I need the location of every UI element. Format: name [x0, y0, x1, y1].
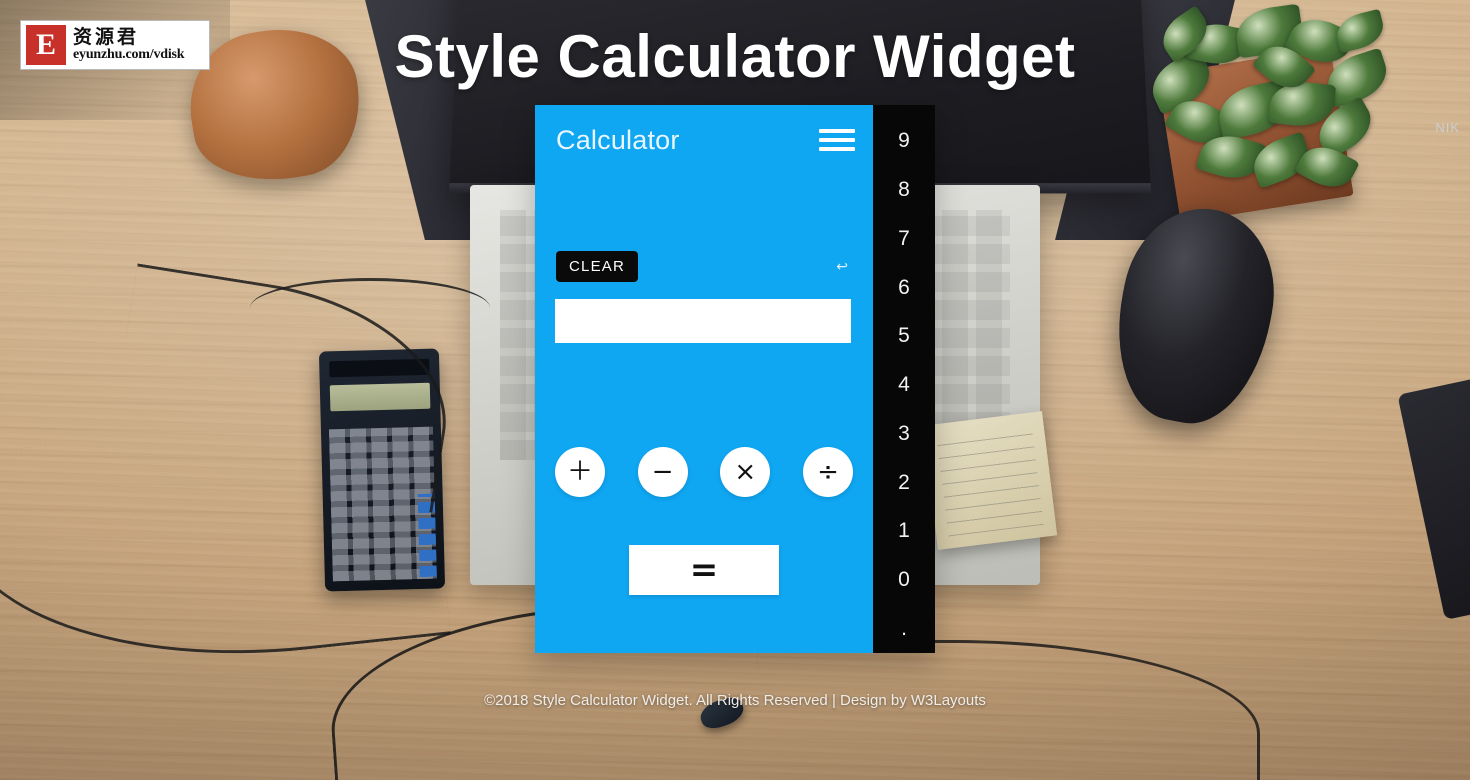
equals-button[interactable]: = [629, 545, 779, 595]
digit-button-7[interactable]: 7 [873, 214, 935, 263]
backspace-icon[interactable]: ↩ [832, 257, 852, 275]
watermark-e-icon: E [26, 25, 66, 65]
hamburger-bar-1 [819, 129, 855, 133]
digit-button-decimal[interactable]: . [873, 604, 935, 653]
digit-button-4[interactable]: 4 [873, 361, 935, 410]
digit-button-2[interactable]: 2 [873, 458, 935, 507]
clear-button[interactable]: CLEAR [556, 250, 639, 282]
background-cable-e [700, 640, 1260, 780]
calculator-main-panel: Calculator CLEAR ↩ ＋ − × ÷ = [535, 105, 873, 653]
hamburger-bar-2 [819, 138, 855, 142]
page-root: NIK E 资源君 eyunzhu.com/vdisk Style Calcul… [0, 0, 1470, 780]
background-mouse-brand-label: NIK [1435, 120, 1460, 135]
calculator-widget: Calculator CLEAR ↩ ＋ − × ÷ = 9876543210. [535, 105, 935, 653]
calculator-title: Calculator [556, 124, 680, 155]
page-footer: ©2018 Style Calculator Widget. All Right… [484, 692, 986, 709]
watermark-text: 资源君 eyunzhu.com/vdisk [73, 25, 185, 63]
digit-button-0[interactable]: 0 [873, 556, 935, 605]
operator-button-multiply[interactable]: × [720, 447, 771, 497]
digit-button-9[interactable]: 9 [873, 117, 935, 166]
operator-button-divide[interactable]: ÷ [802, 447, 853, 497]
calculator-clear-row: CLEAR ↩ [556, 250, 852, 282]
watermark-url: eyunzhu.com/vdisk [73, 46, 185, 62]
watermark-cn-name: 资源君 [73, 25, 140, 48]
calculator-operator-row: ＋ − × ÷ [555, 447, 853, 497]
hamburger-bar-3 [819, 147, 855, 151]
watermark-e-letter: E [35, 28, 56, 61]
digit-button-5[interactable]: 5 [873, 312, 935, 361]
digit-button-3[interactable]: 3 [873, 409, 935, 458]
background-notepad-lines [936, 424, 1044, 537]
background-tablet [1397, 370, 1470, 620]
digit-button-1[interactable]: 1 [873, 507, 935, 556]
calculator-header: Calculator [535, 105, 873, 175]
background-cable-c [250, 278, 490, 338]
calculator-display-input[interactable] [555, 299, 851, 343]
page-title: Style Calculator Widget [394, 23, 1076, 90]
hamburger-menu-icon[interactable] [819, 127, 855, 153]
calculator-digits-panel: 9876543210. [873, 105, 935, 653]
operator-button-add[interactable]: ＋ [555, 447, 605, 497]
background-notepad [922, 411, 1058, 550]
digit-button-8[interactable]: 8 [873, 166, 935, 215]
digit-button-6[interactable]: 6 [873, 263, 935, 312]
operator-button-subtract[interactable]: − [637, 447, 688, 497]
watermark-logo: E 资源君 eyunzhu.com/vdisk [20, 20, 210, 70]
